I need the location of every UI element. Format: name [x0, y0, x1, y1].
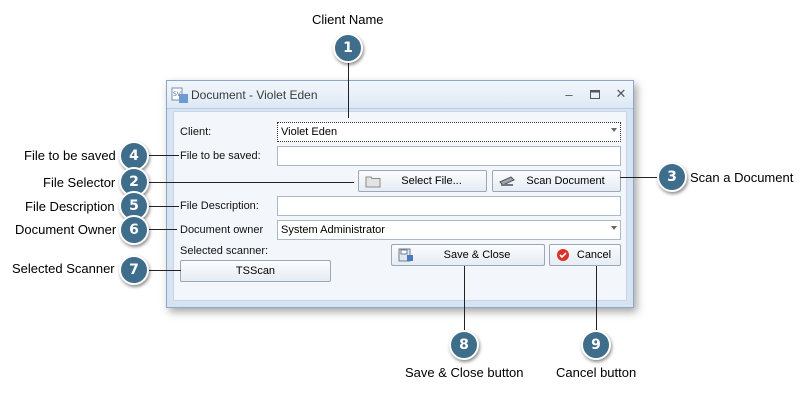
callout-line-3 — [620, 177, 658, 178]
callout-label-3: Scan a Document — [690, 170, 794, 185]
cancel-label: Cancel — [576, 249, 612, 261]
callout-line-5 — [149, 206, 179, 207]
description-input[interactable] — [277, 196, 621, 216]
callout-badge-6: 6 — [119, 215, 149, 245]
client-value: Violet Eden — [281, 126, 338, 138]
client-label: Client: — [180, 126, 212, 138]
save-icon — [398, 248, 413, 262]
callout-line-1 — [348, 62, 349, 118]
callout-label-7: Selected Scanner — [12, 261, 115, 276]
title-bar: SV Document - Violet Eden – ✕ — [167, 81, 633, 109]
callout-line-9 — [596, 266, 597, 332]
callout-label-2: File Selector — [43, 175, 116, 190]
callout-line-8 — [464, 266, 465, 332]
cancel-button[interactable]: Cancel — [549, 244, 621, 266]
callout-label-8: Save & Close button — [405, 365, 524, 380]
callout-badge-1: 1 — [333, 33, 363, 63]
close-icon[interactable]: ✕ — [611, 85, 631, 103]
document-dialog: SV Document - Violet Eden – ✕ Client: Vi… — [166, 80, 634, 308]
dialog-title: Document - Violet Eden — [191, 88, 318, 102]
callout-label-5: File Description — [25, 199, 115, 214]
owner-value: System Administrator — [281, 224, 385, 236]
select-file-label: Select File... — [401, 175, 462, 187]
callout-badge-9: 9 — [581, 330, 611, 360]
callout-badge-3: 3 — [657, 162, 687, 192]
callout-line-2 — [149, 182, 354, 183]
app-icon: SV — [171, 87, 188, 103]
scan-document-label: Scan Document — [526, 175, 605, 187]
scan-document-button[interactable]: Scan Document — [492, 170, 621, 192]
callout-label-1: Client Name — [312, 12, 384, 27]
callout-line-6 — [149, 229, 177, 230]
owner-label: Document owner — [180, 224, 264, 236]
select-file-button[interactable]: Select File... — [358, 170, 487, 192]
file-input[interactable] — [277, 146, 621, 166]
callout-badge-8: 8 — [449, 330, 479, 360]
minimize-icon[interactable]: – — [559, 85, 579, 103]
callout-label-4: File to be saved — [24, 148, 116, 163]
save-close-button[interactable]: Save & Close — [391, 244, 545, 266]
callout-badge-7: 7 — [119, 255, 149, 285]
owner-select[interactable]: System Administrator — [277, 220, 621, 240]
callout-line-7 — [149, 270, 181, 271]
scanner-value: TSScan — [235, 265, 276, 277]
callout-label-6: Document Owner — [15, 222, 117, 237]
callout-line-4 — [149, 155, 179, 156]
maximize-icon[interactable] — [585, 85, 605, 103]
chevron-down-icon — [611, 226, 617, 230]
callout-label-9: Cancel button — [556, 365, 637, 380]
file-label: File to be saved: — [180, 150, 261, 162]
scanner-button[interactable]: TSScan — [180, 260, 331, 282]
client-select[interactable]: Violet Eden — [277, 122, 621, 142]
save-close-label: Save & Close — [443, 249, 511, 261]
scanner-icon — [499, 176, 515, 186]
selected-scanner-label: Selected scanner: — [180, 245, 269, 257]
description-label: File Description: — [180, 200, 259, 212]
cancel-icon — [557, 249, 569, 261]
folder-icon — [365, 176, 381, 188]
chevron-down-icon — [611, 128, 617, 132]
dialog-body: Client: Violet Eden File to be saved: Se… — [173, 111, 627, 301]
